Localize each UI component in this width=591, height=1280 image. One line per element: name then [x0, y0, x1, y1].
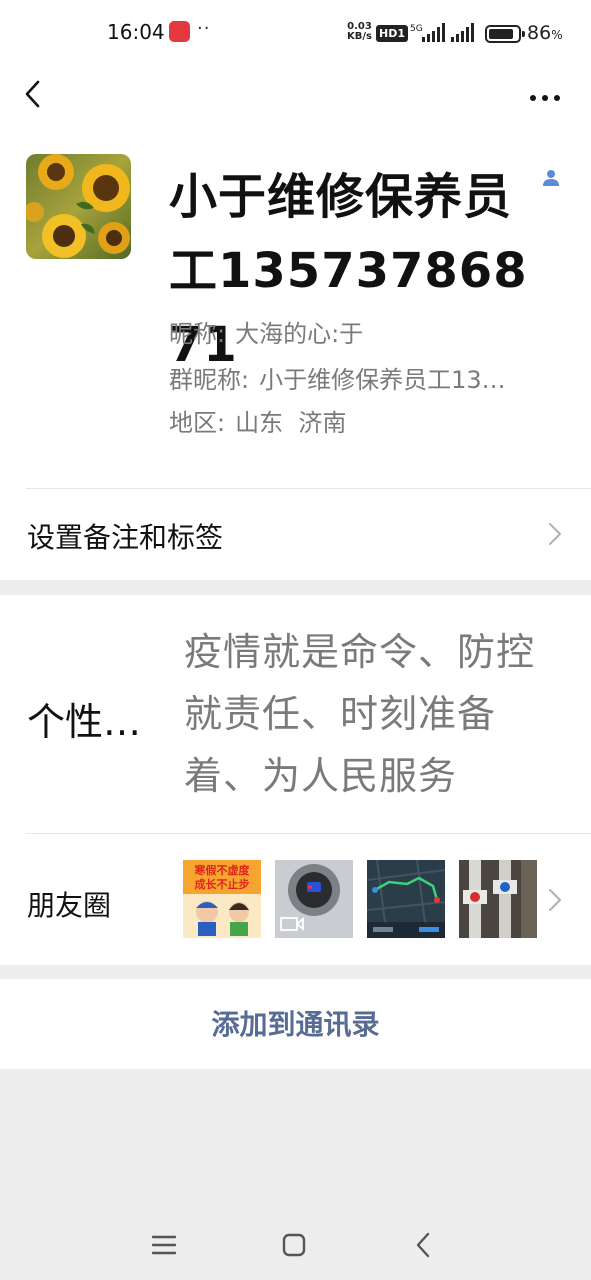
add-to-contacts-button[interactable]: 添加到通讯录	[0, 979, 591, 1069]
avatar[interactable]	[26, 154, 131, 259]
svg-text:成长不止步: 成长不止步	[195, 877, 250, 891]
battery-percent: 86%	[527, 22, 563, 44]
app-notification-icon	[169, 21, 190, 42]
signature-label: 个性…	[27, 700, 142, 744]
sunflower-avatar	[26, 154, 131, 259]
status-bar: 16:04 ·· 0.03 KB/s HD1 5G 86%	[0, 0, 591, 68]
details-card: 个性… 疫情就是命令、防控就责任、时刻准备着、为人民服务 朋友圈 寒假不虚度 成…	[0, 595, 591, 965]
set-remark-label: 设置备注和标签	[27, 521, 224, 554]
divider	[26, 833, 591, 834]
more-horizontal-icon[interactable]	[524, 78, 566, 108]
male-person-icon	[543, 170, 559, 186]
group-nickname-line: 群昵称: 小于维修保养员工13…	[169, 360, 554, 395]
svg-text:寒假不虚度: 寒假不虚度	[194, 863, 251, 877]
more-notifications-indicator: ··	[197, 18, 211, 39]
menu-icon[interactable]	[149, 1230, 179, 1260]
signal-5g-icon: 5G	[410, 23, 445, 42]
back-triangle-icon[interactable]	[409, 1230, 439, 1260]
chevron-left-icon[interactable]	[20, 74, 60, 114]
signature-text: 疫情就是命令、防控就责任、时刻准备着、为人民服务	[184, 630, 536, 798]
set-remark-and-tags-row[interactable]: 设置备注和标签	[0, 488, 591, 580]
signal-bars-icon	[451, 23, 474, 42]
hd-voice-badge: HD1	[376, 25, 408, 42]
chevron-right-icon	[549, 889, 561, 911]
profile-card: 小于维修保养员工13573786871 昵称: 大海的心:于 群昵称: 小于维修保养…	[0, 68, 591, 580]
network-speed: 0.03 KB/s	[347, 21, 372, 42]
battery-icon	[485, 25, 525, 43]
region-line: 地区: 山东 济南	[169, 403, 554, 438]
svg-text:5G: 5G	[410, 24, 423, 34]
nickname-line: 昵称: 大海的心:于	[169, 314, 554, 349]
region-label: 地区:	[169, 409, 226, 437]
region-value: 山东 济南	[235, 409, 347, 437]
add-contact-card: 添加到通讯录	[0, 979, 591, 1069]
group-nickname-label: 群昵称:	[169, 366, 250, 394]
moments-label: 朋友圈	[27, 889, 112, 922]
home-square-icon[interactable]	[279, 1230, 309, 1260]
chevron-right-icon	[549, 523, 561, 545]
nickname-label: 昵称:	[169, 320, 226, 348]
nickname-value: 大海的心:于	[235, 320, 364, 348]
moments-thumbnail[interactable]	[367, 860, 445, 938]
moments-thumbnail[interactable]: 寒假不虚度 成长不止步	[183, 860, 261, 938]
status-time: 16:04	[107, 20, 165, 44]
group-nickname-value: 小于维修保养员工13…	[259, 366, 506, 394]
moments-thumbnail[interactable]	[459, 860, 537, 938]
system-navigation-bar	[0, 1212, 591, 1280]
moments-thumbnail[interactable]	[275, 860, 353, 938]
